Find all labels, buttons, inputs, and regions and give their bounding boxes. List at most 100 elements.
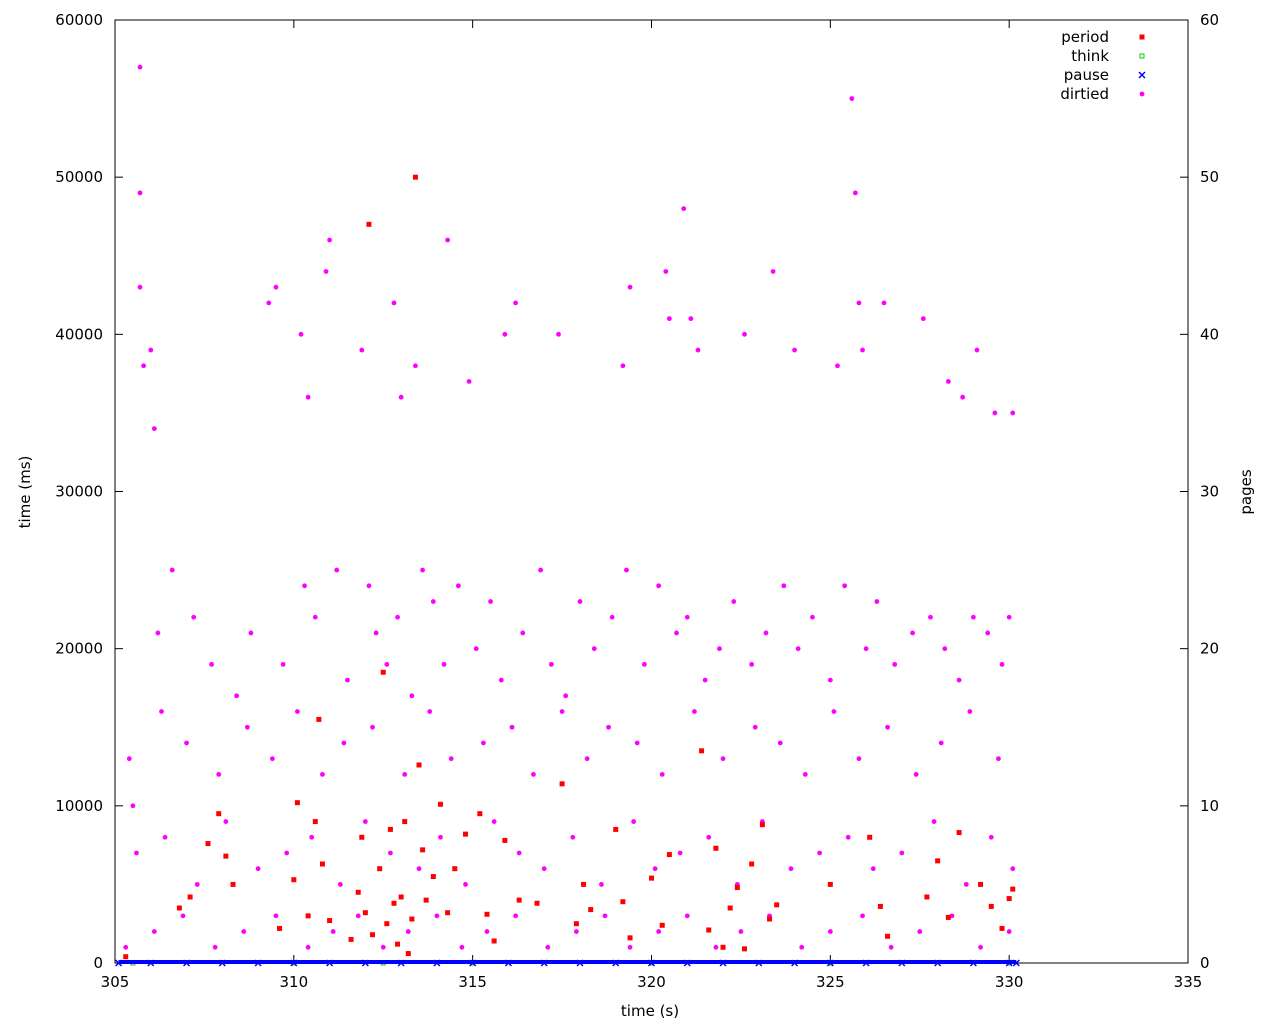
period-point <box>588 907 594 913</box>
period-point <box>999 925 1005 931</box>
period-point <box>316 716 322 722</box>
dirtied-point <box>624 567 629 573</box>
x-tick-label: 330 <box>995 973 1024 991</box>
dirtied-point <box>996 756 1001 762</box>
dirtied-point <box>151 426 157 432</box>
dirtied-point <box>731 599 737 604</box>
dirtied-point <box>584 756 590 762</box>
period-point <box>430 874 436 880</box>
dirtied-point <box>137 64 143 70</box>
dirtied-point <box>434 913 440 919</box>
dirtied-point <box>795 646 801 652</box>
dirtied-point <box>627 284 633 290</box>
period-point <box>409 916 415 922</box>
period-point <box>659 922 665 928</box>
dirtied-point <box>992 410 998 416</box>
dirtied-point <box>656 583 662 589</box>
dirtied-point <box>273 284 279 290</box>
period-point <box>412 174 418 180</box>
dirtied-point <box>963 882 969 887</box>
dirtied-point <box>1006 614 1012 620</box>
dirtied-point <box>681 206 687 212</box>
dirtied-point <box>430 599 436 604</box>
period-point <box>924 894 930 900</box>
legend-label-dirtied: dirtied <box>1060 85 1109 103</box>
period-point <box>420 847 426 853</box>
dirtied-point <box>509 724 515 730</box>
dirtied-point <box>870 866 876 872</box>
dirtied-point <box>241 929 247 934</box>
chart-root: 305 310 315 320 325 330 335 0 10000 20000 30000 40… <box>0 0 1280 1024</box>
period-point <box>706 927 712 933</box>
dirtied-point <box>988 834 994 840</box>
dirtied-point <box>180 913 186 919</box>
dirtied-point <box>513 913 518 919</box>
dirtied-point <box>137 190 143 196</box>
dirtied-point <box>312 614 318 620</box>
dirtied-point <box>978 944 983 950</box>
dirtied-point <box>334 567 340 573</box>
period-point <box>216 811 222 817</box>
dirtied-point <box>488 599 493 604</box>
dirtied-point <box>842 583 848 589</box>
dirtied-point <box>781 583 787 589</box>
period-point <box>978 881 984 887</box>
dirtied-point <box>742 331 747 337</box>
dirtied-point <box>931 819 937 824</box>
dirtied-point <box>827 929 833 934</box>
dirtied-point <box>620 363 626 369</box>
dirtied-point <box>516 850 522 856</box>
dirtied-point <box>849 96 855 101</box>
x-tick-label: 325 <box>816 973 845 991</box>
period-point <box>867 834 873 840</box>
period-point <box>734 885 740 891</box>
dirtied-point <box>892 661 898 667</box>
dirtied-point <box>327 237 332 243</box>
dirtied-point <box>835 363 840 369</box>
dirtied-point <box>634 740 640 746</box>
dirtied-point <box>874 599 880 604</box>
period-point <box>123 954 129 960</box>
dirtied-point <box>366 583 372 589</box>
dirtied-point <box>545 944 551 950</box>
dirtied-point <box>720 756 726 762</box>
dirtied-point <box>162 834 168 840</box>
period-point <box>534 900 540 906</box>
period-point <box>463 831 469 837</box>
dirtied-point <box>134 850 139 856</box>
dirtied-point <box>498 677 504 683</box>
dirtied-point <box>688 316 694 322</box>
dirtied-point <box>255 866 261 872</box>
period-point <box>423 897 429 903</box>
dirtied-point <box>466 379 472 384</box>
dirtied-point <box>652 866 658 872</box>
dirtied-point <box>370 724 375 730</box>
dirtied-point <box>473 646 479 652</box>
dirtied-point <box>502 331 508 337</box>
period-point <box>384 921 390 927</box>
dirtied-point <box>563 693 569 699</box>
dirtied-point <box>330 929 336 934</box>
dirtied-point <box>194 882 200 887</box>
scatter-chart: 305 310 315 320 325 330 335 0 10000 20000 30000 40… <box>16 11 1255 1020</box>
dirtied-point <box>656 929 662 934</box>
dirtied-point <box>309 834 315 840</box>
dirtied-point <box>280 661 286 667</box>
dirtied-point <box>802 772 808 777</box>
dirtied-point <box>445 237 451 243</box>
period-point <box>727 905 733 911</box>
dirtied-point <box>337 882 343 887</box>
dirtied-point <box>631 819 637 824</box>
y-tick-label: 20000 <box>55 640 103 658</box>
dirtied-point <box>910 630 915 636</box>
period-point <box>205 841 211 847</box>
dirtied-point <box>860 347 865 353</box>
dirtied-point <box>956 677 962 683</box>
period-point <box>370 932 376 938</box>
dirtied-point <box>917 929 923 934</box>
period-point <box>491 938 497 944</box>
period-point <box>294 800 300 806</box>
dirtied-point <box>591 646 597 652</box>
dirtied-point <box>184 740 189 746</box>
period-point <box>477 811 483 817</box>
